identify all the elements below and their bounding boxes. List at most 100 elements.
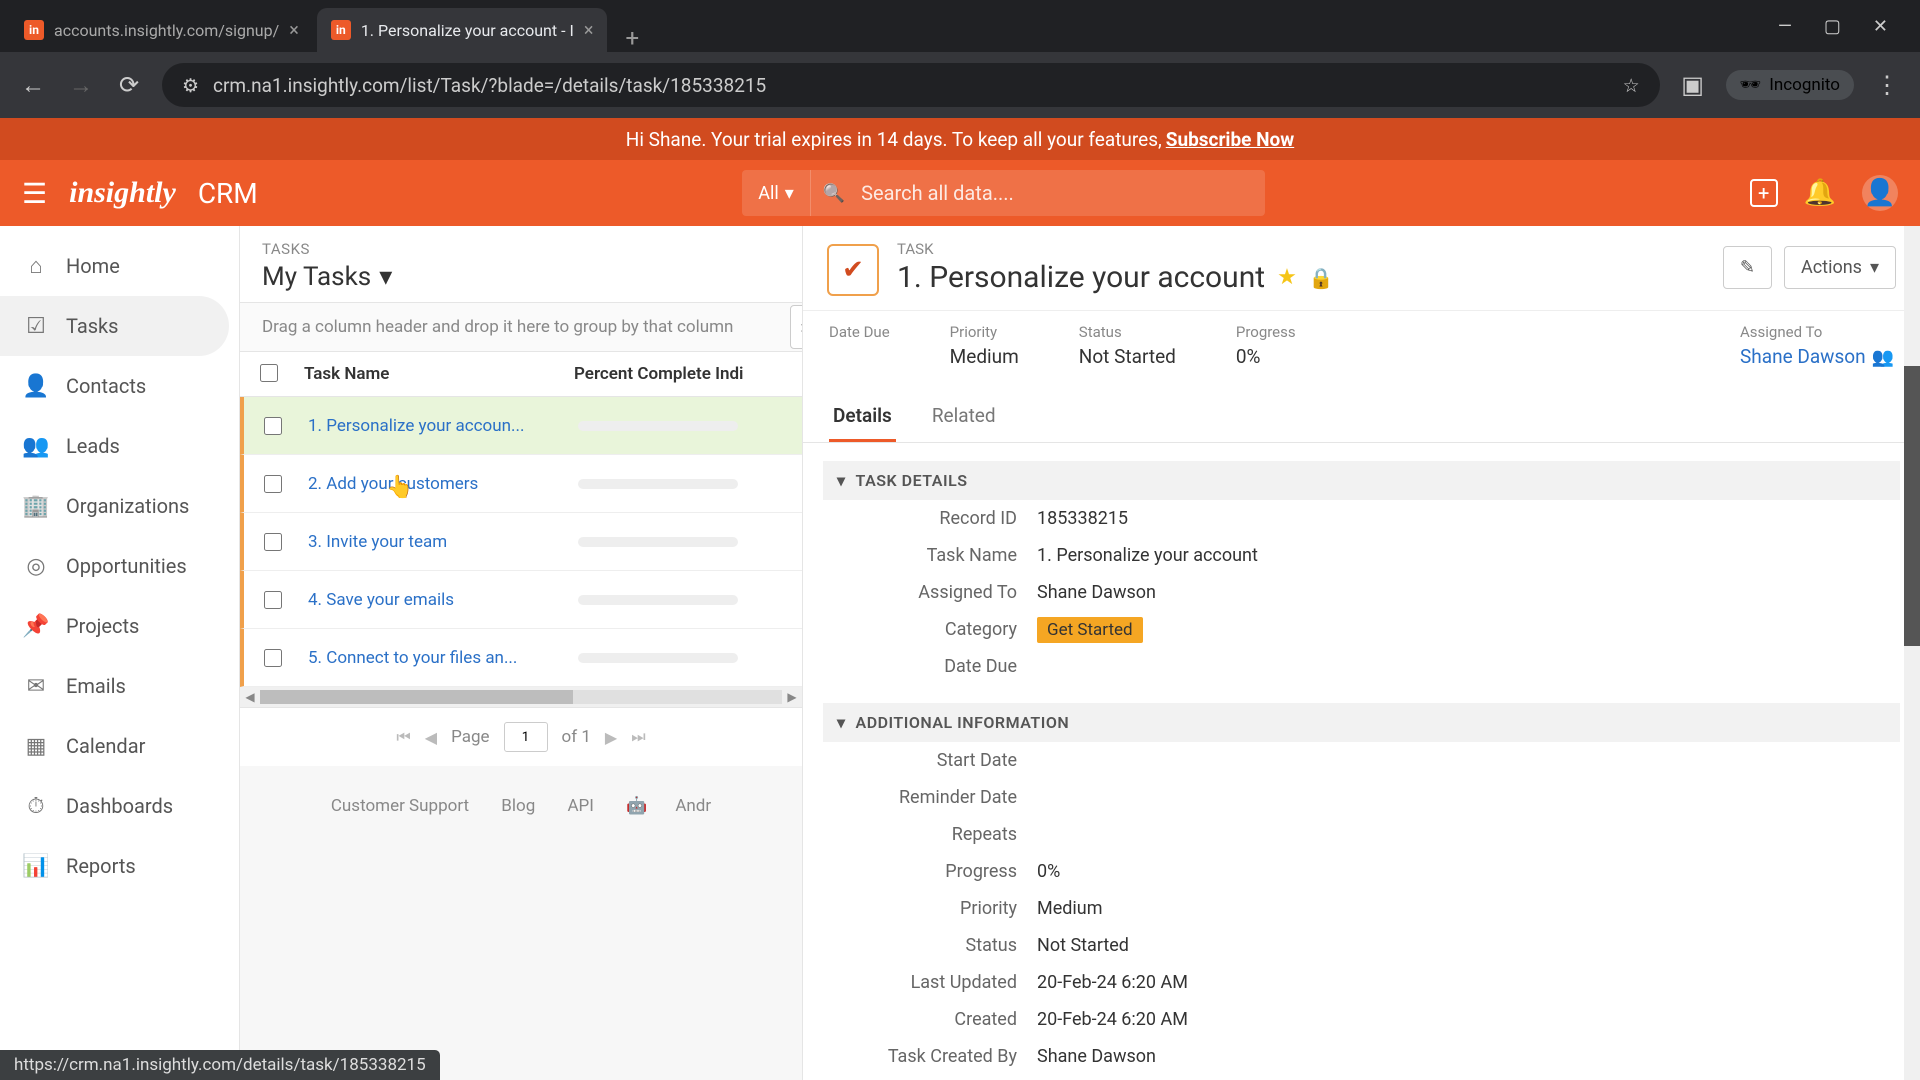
group-hint-text: Drag a column header and drop it here to… xyxy=(262,317,733,337)
vertical-scrollbar[interactable] xyxy=(1904,226,1920,1080)
last-page-button[interactable]: ⏭ xyxy=(631,727,645,747)
star-icon[interactable]: ★ xyxy=(1277,265,1297,290)
summary-value[interactable]: Shane Dawson👥 xyxy=(1740,345,1894,368)
search-scope-dropdown[interactable]: All ▾ xyxy=(742,170,811,216)
incognito-badge[interactable]: 🕶 Incognito xyxy=(1726,70,1854,100)
nav-contacts[interactable]: 👤Contacts xyxy=(0,356,239,416)
forward-button[interactable]: → xyxy=(66,71,96,100)
next-page-button[interactable]: ▶ xyxy=(605,728,617,747)
select-all-checkbox[interactable] xyxy=(260,364,278,382)
menu-icon[interactable]: ☰ xyxy=(22,177,47,210)
task-row[interactable]: 4. Save your emails xyxy=(240,571,802,629)
opportunities-icon: ◎ xyxy=(22,552,50,580)
lock-icon[interactable]: 🔒 xyxy=(1309,266,1334,290)
subscribe-link[interactable]: Subscribe Now xyxy=(1166,128,1294,151)
notifications-icon[interactable]: 🔔 xyxy=(1804,178,1836,208)
category-badge: Get Started xyxy=(1037,617,1143,643)
summary-progress: Progress0% xyxy=(1236,323,1296,368)
list-title-text: My Tasks xyxy=(262,262,371,292)
task-list-panel: TASKS My Tasks▾ Drag a column header and… xyxy=(240,226,802,1080)
kv-label: Record ID xyxy=(837,508,1037,529)
nav-projects[interactable]: 📌Projects xyxy=(0,596,239,656)
logo[interactable]: insightly xyxy=(69,176,176,210)
scroll-right-icon[interactable]: ▶ xyxy=(782,690,802,704)
scroll-thumb[interactable] xyxy=(260,690,573,704)
tab-details[interactable]: Details xyxy=(829,392,896,442)
footer-api[interactable]: API xyxy=(567,796,593,816)
grid-header: Task Name Percent Complete Indi xyxy=(240,352,802,397)
row-checkbox[interactable] xyxy=(264,533,282,551)
task-link[interactable]: 2. Add your customers xyxy=(308,474,478,494)
new-tab-button[interactable]: + xyxy=(611,24,653,52)
task-link[interactable]: 3. Invite your team xyxy=(308,532,447,552)
footer-support[interactable]: Customer Support xyxy=(331,796,469,816)
kv-value: Shane Dawson xyxy=(1037,1046,1156,1067)
maximize-icon[interactable]: ▢ xyxy=(1824,16,1841,37)
task-link[interactable]: 4. Save your emails xyxy=(308,590,454,610)
page-input[interactable] xyxy=(504,722,548,752)
row-checkbox[interactable] xyxy=(264,475,282,493)
actions-dropdown[interactable]: Actions▾ xyxy=(1784,246,1896,289)
search-input[interactable] xyxy=(845,181,1265,205)
nav-opportunities[interactable]: ◎Opportunities xyxy=(0,536,239,596)
task-row[interactable]: 3. Invite your team xyxy=(240,513,802,571)
browser-menu-icon[interactable]: ⋮ xyxy=(1872,71,1902,99)
column-task-name[interactable]: Task Name xyxy=(298,364,568,384)
address-bar: ← → ⟳ ⚙ crm.na1.insightly.com/list/Task/… xyxy=(0,52,1920,118)
nav-home[interactable]: ⌂Home xyxy=(0,236,239,296)
site-settings-icon[interactable]: ⚙ xyxy=(182,74,199,97)
nav-organizations[interactable]: 🏢Organizations xyxy=(0,476,239,536)
add-icon[interactable]: + xyxy=(1750,179,1778,207)
row-checkbox[interactable] xyxy=(264,649,282,667)
url-input[interactable]: ⚙ crm.na1.insightly.com/list/Task/?blade… xyxy=(162,63,1660,107)
section-header[interactable]: ▾TASK DETAILS xyxy=(823,461,1900,500)
kv-value: 20-Feb-24 6:20 AM xyxy=(1037,1009,1188,1030)
assign-icon[interactable]: 👥 xyxy=(1872,347,1894,368)
profile-icon[interactable]: 👤 xyxy=(1862,175,1898,211)
scroll-thumb[interactable] xyxy=(1904,366,1920,646)
minimize-icon[interactable]: — xyxy=(1778,16,1792,37)
task-link[interactable]: 5. Connect to your files an... xyxy=(308,648,517,668)
list-title-dropdown[interactable]: My Tasks▾ xyxy=(262,262,780,292)
group-drop-zone[interactable]: Drag a column header and drop it here to… xyxy=(240,302,802,352)
prev-page-button[interactable]: ◀ xyxy=(425,728,437,747)
browser-tab-0[interactable]: in accounts.insightly.com/signup/ × xyxy=(10,8,313,52)
nav-dashboards[interactable]: ⏱Dashboards xyxy=(0,776,239,836)
task-row[interactable]: 1. Personalize your accoun... xyxy=(240,397,802,455)
close-icon[interactable]: × xyxy=(584,20,594,41)
bookmark-icon[interactable]: ☆ xyxy=(1623,74,1640,97)
back-button[interactable]: ← xyxy=(18,71,48,100)
nav-reports[interactable]: 📊Reports xyxy=(0,836,239,896)
footer-android[interactable]: Andr xyxy=(675,796,711,816)
row-checkbox[interactable] xyxy=(264,591,282,609)
nav-leads[interactable]: 👥Leads xyxy=(0,416,239,476)
side-navigation: ⌂Home ☑Tasks 👤Contacts 👥Leads 🏢Organizat… xyxy=(0,226,240,1080)
scroll-track[interactable] xyxy=(260,690,782,704)
task-link[interactable]: 1. Personalize your accoun... xyxy=(308,416,524,436)
tab-title: 1. Personalize your account - I xyxy=(361,21,574,40)
column-percent-complete[interactable]: Percent Complete Indi xyxy=(568,364,802,384)
kv-label: Task Name xyxy=(837,545,1037,566)
task-row[interactable]: 2. Add your customers xyxy=(240,455,802,513)
reload-button[interactable]: ⟳ xyxy=(114,71,144,99)
section-header[interactable]: ▾ADDITIONAL INFORMATION xyxy=(823,703,1900,742)
scroll-left-icon[interactable]: ◀ xyxy=(240,690,260,704)
horizontal-scrollbar[interactable]: ◀ ▶ xyxy=(240,687,802,707)
edit-button[interactable]: ✎ xyxy=(1723,246,1772,289)
list-header: TASKS My Tasks▾ xyxy=(240,226,802,302)
nav-tasks[interactable]: ☑Tasks xyxy=(0,296,229,356)
first-page-button[interactable]: ⏮ xyxy=(396,727,410,747)
nav-calendar[interactable]: ▦Calendar xyxy=(0,716,239,776)
side-panel-icon[interactable]: ▣ xyxy=(1678,71,1708,99)
row-checkbox[interactable] xyxy=(264,417,282,435)
footer-blog[interactable]: Blog xyxy=(501,796,535,816)
browser-chrome: in accounts.insightly.com/signup/ × in 1… xyxy=(0,0,1920,118)
close-icon[interactable]: × xyxy=(289,20,299,41)
task-row[interactable]: 5. Connect to your files an... xyxy=(240,629,802,687)
browser-tab-1[interactable]: in 1. Personalize your account - I × xyxy=(317,8,608,52)
close-window-icon[interactable]: ✕ xyxy=(1873,16,1888,37)
detail-panel: ✔ TASK 1. Personalize your account ★ 🔒 ✎… xyxy=(802,226,1920,1080)
tab-related[interactable]: Related xyxy=(928,392,1000,442)
nav-emails[interactable]: ✉Emails xyxy=(0,656,239,716)
summary-priority: PriorityMedium xyxy=(950,323,1019,368)
